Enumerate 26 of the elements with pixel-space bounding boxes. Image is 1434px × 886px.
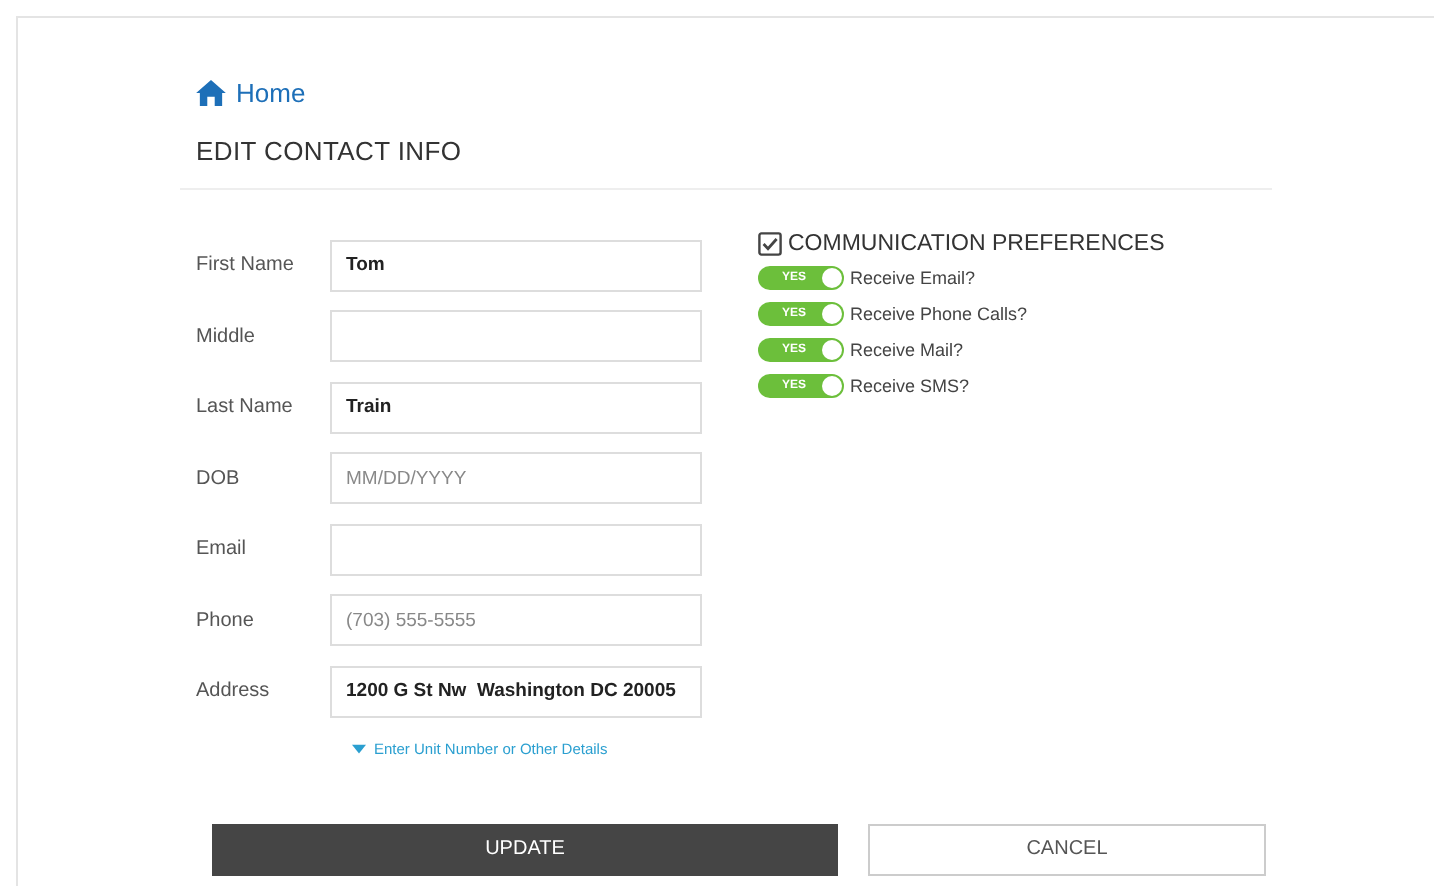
checkbox-icon[interactable] <box>758 232 782 256</box>
input-field[interactable] <box>330 523 702 576</box>
field-label: Middle <box>196 325 257 348</box>
input-field[interactable]: MM/DD/YYYY <box>330 452 702 505</box>
input-field[interactable]: Tom <box>330 239 702 292</box>
toggle-label: Receive Phone Calls? <box>850 304 1028 324</box>
field-label: First Name <box>196 254 296 277</box>
input-field[interactable]: 1200 G St Nw Washington DC 20005 <box>330 665 702 718</box>
input-field[interactable]: (703) 555-5555 <box>330 594 702 647</box>
field-label: Address <box>196 680 272 703</box>
preferences-title: COMMUNICATION PREFERENCES <box>788 232 1165 256</box>
home-link[interactable]: Home <box>196 78 306 108</box>
input-field[interactable]: Train <box>330 381 702 434</box>
cancel-button[interactable]: CANCEL <box>868 823 1266 875</box>
caret-icon <box>352 743 366 753</box>
field-label: DOB <box>196 467 242 490</box>
update-button[interactable]: UPDATE <box>212 823 838 875</box>
page-title: EDIT CONTACT INFO <box>196 136 464 166</box>
toggle-label: Receive Email? <box>850 268 976 288</box>
toggle-label: Receive SMS? <box>850 376 970 396</box>
home-icon <box>196 80 226 106</box>
field-label: Phone <box>196 609 256 632</box>
field-label: Last Name <box>196 396 295 419</box>
field-label: Email <box>196 538 249 561</box>
input-field[interactable] <box>330 310 702 363</box>
toggle-label: Receive Mail? <box>850 340 964 360</box>
